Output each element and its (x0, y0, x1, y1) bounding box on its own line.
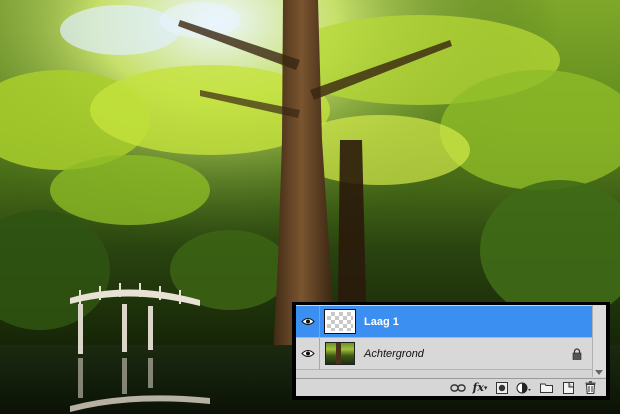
lock-icon (572, 348, 582, 360)
layers-panel: Laag 1 Achtergrond fx ▾ (292, 302, 610, 400)
layer-name: Achtergrond (364, 347, 424, 360)
new-group-icon[interactable] (536, 380, 556, 396)
layer-row-laag-1[interactable]: Laag 1 (296, 306, 592, 338)
delete-layer-icon[interactable] (580, 380, 600, 396)
scroll-down-arrow-icon[interactable] (595, 370, 603, 375)
adjustment-layer-icon[interactable] (514, 380, 534, 396)
eye-icon (300, 350, 315, 357)
visibility-toggle[interactable] (296, 306, 320, 337)
layers-scrollbar[interactable] (592, 305, 606, 377)
layer-style-fx-icon[interactable]: fx ▾ (470, 380, 490, 396)
layer-row-achtergrond[interactable]: Achtergrond (296, 338, 592, 370)
layer-name: Laag 1 (364, 315, 399, 328)
layer-thumbnail-photo (325, 342, 355, 365)
layer-mask-icon[interactable] (492, 380, 512, 396)
layers-list: Laag 1 Achtergrond (296, 305, 592, 377)
layer-thumbnail-transparent (324, 309, 356, 334)
layers-panel-body: Laag 1 Achtergrond fx ▾ (296, 305, 606, 396)
visibility-toggle[interactable] (296, 338, 320, 369)
new-layer-icon[interactable] (558, 380, 578, 396)
link-layers-icon[interactable] (448, 380, 468, 396)
fx-label: fx (472, 381, 484, 394)
eye-icon (300, 318, 315, 325)
layers-toolbar: fx ▾ (296, 378, 606, 396)
